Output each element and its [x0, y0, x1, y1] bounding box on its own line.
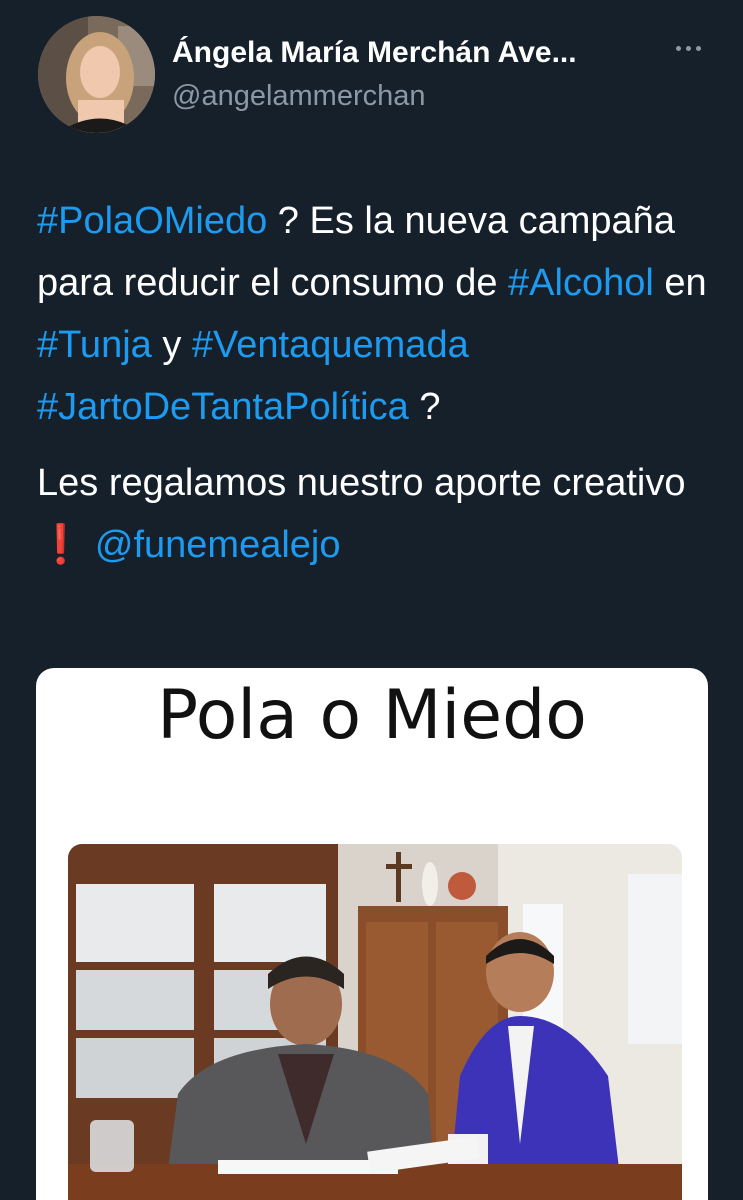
tweet-media[interactable]: Pola o Miedo	[36, 668, 708, 1200]
author-handle[interactable]: @angelammerchan	[172, 80, 426, 113]
hashtag-link[interactable]: #PolaOMiedo	[37, 200, 267, 242]
hashtag-link[interactable]: #JartoDeTantaPolítica	[37, 386, 409, 428]
tweet-text-segment: ?	[408, 386, 441, 428]
tweet: Ángela María Merchán Ave... @angelammerc…	[0, 0, 743, 1200]
tweet-text-segment: Les regalamos nuestro aporte creativo	[37, 462, 686, 504]
tweet-text-segment: y	[151, 324, 192, 366]
tweet-text-segment	[84, 524, 95, 566]
hashtag-link[interactable]: #Alcohol	[508, 262, 654, 304]
more-options-icon[interactable]	[676, 38, 710, 58]
hashtag-link[interactable]: #Tunja	[37, 324, 152, 366]
tweet-paragraph-2: Les regalamos nuestro aporte creativo ❗ …	[37, 452, 717, 576]
author-display-name[interactable]: Ángela María Merchán Ave...	[172, 36, 577, 70]
tweet-text: #PolaOMiedo ? Es la nueva campaña para r…	[37, 190, 717, 576]
hashtag-link[interactable]: #Ventaquemada	[192, 324, 469, 366]
tweet-paragraph-1: #PolaOMiedo ? Es la nueva campaña para r…	[37, 190, 717, 438]
tweet-text-segment: en	[653, 262, 707, 304]
mention-link[interactable]: @funemealejo	[95, 524, 341, 566]
avatar[interactable]	[38, 16, 155, 133]
exclamation-icon: ❗	[37, 524, 85, 566]
media-title: Pola o Miedo	[157, 676, 587, 755]
photo-two-men-signing-document	[68, 844, 682, 1200]
